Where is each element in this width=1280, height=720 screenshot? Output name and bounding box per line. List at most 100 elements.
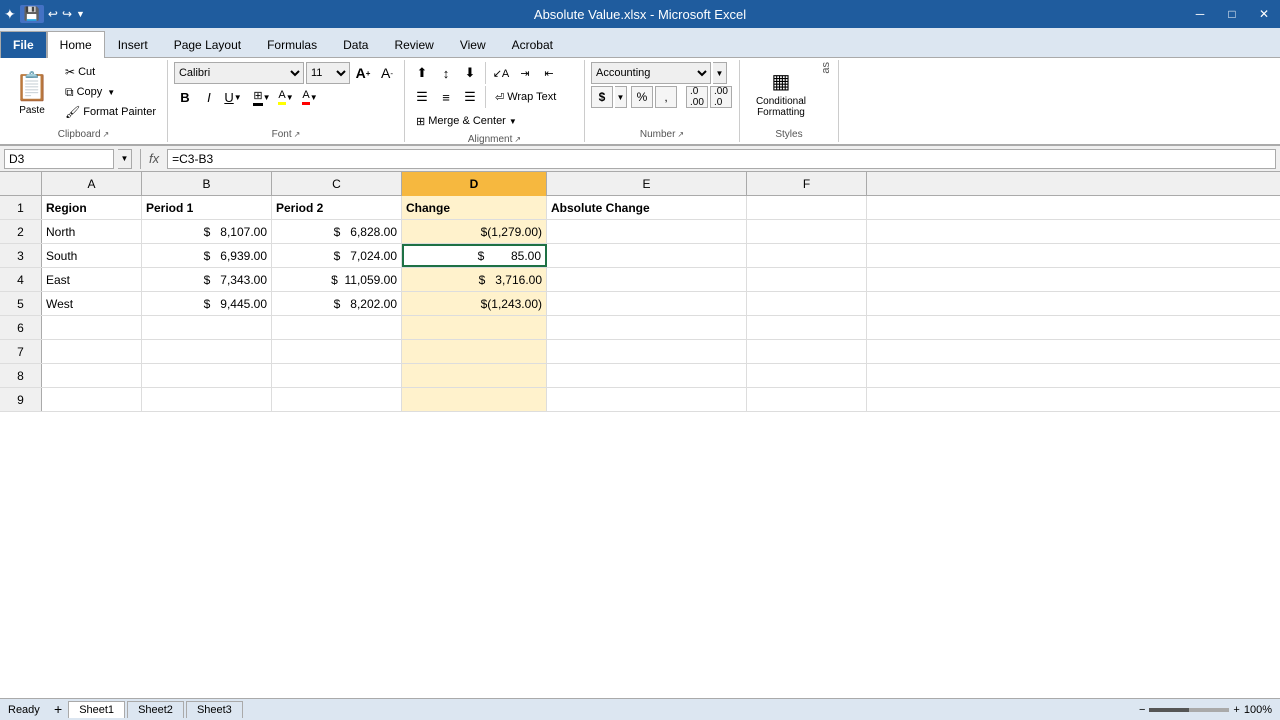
- borders-dropdown[interactable]: ▼: [263, 93, 271, 102]
- number-format-dropdown[interactable]: ▼: [713, 62, 727, 84]
- cell-d5[interactable]: $(1,243.00): [402, 292, 547, 315]
- row-header-5[interactable]: 5: [0, 292, 42, 315]
- cell-f2[interactable]: [747, 220, 867, 243]
- row-header-2[interactable]: 2: [0, 220, 42, 243]
- indent-increase-button[interactable]: ⇥: [514, 62, 536, 84]
- font-color-button[interactable]: A ▼: [299, 86, 321, 108]
- undo-icon[interactable]: ↩: [48, 7, 58, 21]
- add-sheet-icon[interactable]: +: [50, 701, 66, 717]
- sheet-tab-2[interactable]: Sheet2: [127, 701, 184, 718]
- row-header-6[interactable]: 6: [0, 316, 42, 339]
- save-icon[interactable]: 💾: [20, 5, 44, 23]
- col-header-d[interactable]: D: [402, 172, 547, 196]
- cell-e9[interactable]: [547, 388, 747, 411]
- align-middle-button[interactable]: ↕: [435, 62, 457, 84]
- tab-view[interactable]: View: [447, 31, 499, 57]
- font-expand-icon[interactable]: ↗: [294, 130, 301, 139]
- zoom-in-button[interactable]: +: [1233, 704, 1239, 716]
- align-right-button[interactable]: ☰: [459, 86, 481, 108]
- name-box[interactable]: D3: [4, 149, 114, 169]
- copy-button[interactable]: ⧉ Copy ▼: [60, 82, 161, 102]
- cell-f6[interactable]: [747, 316, 867, 339]
- cell-d1[interactable]: Change: [402, 196, 547, 219]
- redo-icon[interactable]: ↪: [62, 7, 72, 21]
- cell-c5[interactable]: $ 8,202.00: [272, 292, 402, 315]
- shrink-font-button[interactable]: A-: [376, 62, 398, 84]
- zoom-slider[interactable]: [1149, 708, 1229, 712]
- cut-button[interactable]: ✂ Cut: [60, 62, 161, 82]
- font-name-select[interactable]: Calibri: [174, 62, 304, 84]
- cell-f9[interactable]: [747, 388, 867, 411]
- cell-c8[interactable]: [272, 364, 402, 387]
- fill-dropdown[interactable]: ▼: [286, 93, 294, 102]
- tab-insert[interactable]: Insert: [105, 31, 161, 57]
- tab-review[interactable]: Review: [381, 31, 446, 57]
- cell-a3[interactable]: South: [42, 244, 142, 267]
- percent-button[interactable]: %: [631, 86, 653, 108]
- cell-d8[interactable]: [402, 364, 547, 387]
- row-header-7[interactable]: 7: [0, 340, 42, 363]
- text-direction-button[interactable]: ↙A: [490, 62, 512, 84]
- cell-b3[interactable]: $ 6,939.00: [142, 244, 272, 267]
- col-header-c[interactable]: C: [272, 172, 402, 196]
- formula-input[interactable]: [167, 149, 1276, 169]
- copy-dropdown-icon[interactable]: ▼: [107, 88, 115, 97]
- tab-acrobat[interactable]: Acrobat: [499, 31, 566, 57]
- col-header-a[interactable]: A: [42, 172, 142, 196]
- number-expand-icon[interactable]: ↗: [677, 130, 684, 139]
- cell-b8[interactable]: [142, 364, 272, 387]
- font-color-dropdown[interactable]: ▼: [310, 93, 318, 102]
- merge-dropdown[interactable]: ▼: [509, 117, 517, 126]
- align-center-button[interactable]: ≡: [435, 86, 457, 108]
- tab-file[interactable]: File: [0, 31, 47, 58]
- cell-d4[interactable]: $ 3,716.00: [402, 268, 547, 291]
- cell-b6[interactable]: [142, 316, 272, 339]
- decrease-decimal-button[interactable]: .00.0: [710, 86, 732, 108]
- cell-a7[interactable]: [42, 340, 142, 363]
- tab-formulas[interactable]: Formulas: [254, 31, 330, 57]
- corner-cell[interactable]: [0, 172, 42, 195]
- cell-f5[interactable]: [747, 292, 867, 315]
- clipboard-expand-icon[interactable]: ↗: [103, 130, 110, 139]
- cell-a2[interactable]: North: [42, 220, 142, 243]
- tab-page-layout[interactable]: Page Layout: [161, 31, 254, 57]
- cell-d3[interactable]: $ 85.00: [402, 244, 547, 267]
- cell-f8[interactable]: [747, 364, 867, 387]
- cell-e8[interactable]: [547, 364, 747, 387]
- cell-d9[interactable]: [402, 388, 547, 411]
- cell-a8[interactable]: [42, 364, 142, 387]
- cell-b9[interactable]: [142, 388, 272, 411]
- indent-decrease-button[interactable]: ⇤: [538, 62, 560, 84]
- merge-center-button[interactable]: ⊞ Merge & Center ▼: [411, 110, 522, 132]
- cell-a1[interactable]: Region: [42, 196, 142, 219]
- cell-d7[interactable]: [402, 340, 547, 363]
- sheet-tab-3[interactable]: Sheet3: [186, 701, 243, 718]
- cell-f7[interactable]: [747, 340, 867, 363]
- cell-d2[interactable]: $(1,279.00): [402, 220, 547, 243]
- row-header-4[interactable]: 4: [0, 268, 42, 291]
- align-bottom-button[interactable]: ⬇: [459, 62, 481, 84]
- dollar-dropdown[interactable]: ▼: [615, 86, 627, 108]
- bold-button[interactable]: B: [174, 86, 196, 108]
- tab-home[interactable]: Home: [47, 31, 105, 58]
- format-painter-button[interactable]: 🖌 Format Painter: [60, 102, 161, 122]
- cell-b1[interactable]: Period 1: [142, 196, 272, 219]
- col-header-e[interactable]: E: [547, 172, 747, 196]
- cell-e1[interactable]: Absolute Change: [547, 196, 747, 219]
- borders-button[interactable]: ⊞ ▼: [251, 86, 273, 108]
- qat-dropdown[interactable]: ▼: [76, 9, 85, 19]
- cell-b7[interactable]: [142, 340, 272, 363]
- sheet-tab-1[interactable]: Sheet1: [68, 701, 125, 718]
- minimize-button[interactable]: ─: [1184, 0, 1216, 28]
- cell-c6[interactable]: [272, 316, 402, 339]
- comma-button[interactable]: ,: [655, 86, 677, 108]
- dollar-button[interactable]: $: [591, 86, 613, 108]
- underline-button[interactable]: U ▼: [222, 86, 244, 108]
- alignment-expand-icon[interactable]: ↗: [514, 135, 521, 144]
- cell-e4[interactable]: [547, 268, 747, 291]
- row-header-3[interactable]: 3: [0, 244, 42, 267]
- row-header-9[interactable]: 9: [0, 388, 42, 411]
- cell-c7[interactable]: [272, 340, 402, 363]
- cell-a5[interactable]: West: [42, 292, 142, 315]
- maximize-button[interactable]: □: [1216, 0, 1248, 28]
